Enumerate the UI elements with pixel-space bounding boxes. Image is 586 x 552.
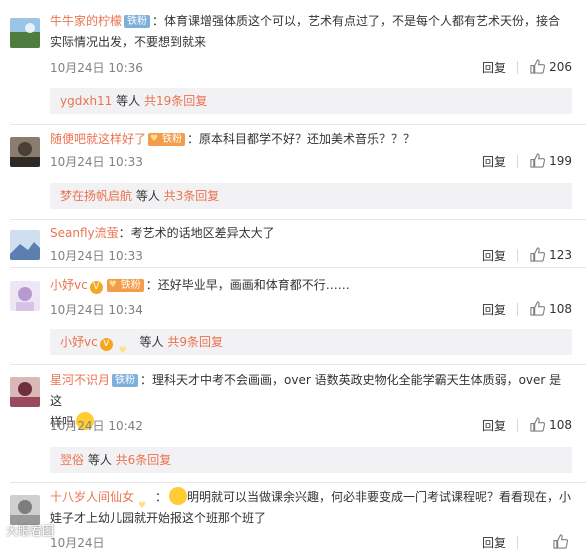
replies-summary[interactable]: 小妤vc V 等人 共9条回复 (50, 329, 572, 358)
avatar[interactable] (10, 281, 40, 311)
reply-user-link[interactable]: 小妤vc (60, 335, 98, 349)
like-button[interactable]: 206 (530, 59, 572, 74)
comment-text-line: 星河不识月 铁粉 ：理科天才中考不会画画，over 语数英政史物化全能学霸天生体质弱… (50, 370, 572, 412)
thumbs-up-icon (530, 247, 546, 262)
reply-button[interactable]: 回复 (482, 247, 506, 264)
comment-text-line: 牛牛家的柠檬 铁粉 ：体育课增强体质这个可以，艺术有点过了，不是每个人都有艺术天份，… (50, 11, 572, 32)
comment-text-line: 十八岁人间仙女：明明就可以当做课余兴趣，何必非要变成一门考试课程呢？看看现在，小 (50, 487, 572, 513)
divider (517, 249, 518, 262)
avatar[interactable] (10, 230, 40, 260)
comment-text: ：考艺术的话地区差异太大了 (118, 226, 275, 240)
divider (10, 267, 586, 268)
iron-fan-badge[interactable]: 铁粉 (112, 374, 139, 387)
grinning-emoji-icon (169, 487, 188, 505)
comment-text-line: 小妤vcV铁粉：还好毕业早，画画和体育都不行…… (50, 275, 572, 296)
verified-v-icon: V (99, 338, 113, 351)
reply-button[interactable]: 回复 (482, 59, 506, 76)
username-link[interactable]: 随便吧就这样好了 (50, 132, 146, 146)
reply-button[interactable]: 回复 (482, 534, 506, 551)
comment-time: 10月24日 10:33 (50, 155, 143, 169)
like-button[interactable] (553, 534, 572, 549)
comment-text: ：原本科目都学不好？还加美术音乐？？？ (187, 132, 416, 146)
comment-text-cont: 娃子才上幼儿园就开始报这个班那个班了 (50, 511, 267, 525)
reply-count-link[interactable]: 共19条回复 (144, 94, 207, 108)
replies-summary[interactable]: ygdxh11 等人 共19条回复 (50, 88, 572, 114)
divider (517, 61, 518, 74)
username-link[interactable]: 星河不识月 (50, 373, 110, 387)
comment-text: 明明就可以当做课余兴趣，何必非要变成一门考试课程呢？看看现在，小 (187, 490, 572, 504)
comment-time: 10月24日 10:34 (50, 303, 143, 317)
like-count: 206 (549, 60, 572, 74)
username-link[interactable]: 牛牛家的柠檬 (50, 14, 122, 28)
thumbs-up-icon (530, 417, 546, 432)
reply-count-link[interactable]: 共3条回复 (164, 189, 220, 203)
replies-summary[interactable]: 梦在扬帆启航 等人 共3条回复 (50, 183, 572, 209)
iron-fan-badge[interactable]: 铁粉 (148, 133, 186, 146)
divider (517, 419, 518, 432)
like-count: 123 (549, 248, 572, 262)
like-button[interactable]: 199 (530, 153, 572, 168)
reply-mid-text: 等人 (84, 453, 116, 467)
reply-user-link[interactable]: 翌俗 (60, 453, 84, 467)
thumbs-up-icon (530, 59, 546, 74)
reply-count-link[interactable]: 共9条回复 (167, 335, 223, 349)
reply-button[interactable]: 回复 (482, 301, 506, 318)
thumbs-up-icon (530, 153, 546, 168)
comment-text-line: 随便吧就这样好了铁粉：原本科目都学不好？还加美术音乐？？？ (50, 129, 572, 150)
comment-time: 10月24日 10:33 (50, 249, 143, 263)
username-link[interactable]: Seanfly流萤 (50, 226, 119, 240)
reply-user-link[interactable]: ygdxh11 (60, 94, 112, 108)
watermark-text: 大眼看图 (6, 524, 55, 538)
comment-text: ：还好毕业早，画画和体育都不行…… (145, 278, 350, 292)
divider (10, 219, 586, 220)
reply-button[interactable]: 回复 (482, 153, 506, 170)
reply-mid-text: 等人 (132, 189, 164, 203)
thumbs-up-icon (530, 301, 546, 316)
divider (10, 482, 586, 483)
reply-user-link[interactable]: 梦在扬帆启航 (60, 189, 132, 203)
comment-text-cont: 实际情况出发，不要想到就来 (50, 35, 207, 49)
like-count: 108 (549, 418, 572, 432)
reply-mid-text: 等人 (112, 94, 144, 108)
replies-summary[interactable]: 翌俗 等人 共6条回复 (50, 447, 572, 473)
divider (517, 303, 518, 316)
avatar[interactable] (10, 137, 40, 167)
iron-fan-badge[interactable]: 铁粉 (106, 279, 144, 292)
divider (517, 536, 518, 549)
username-link[interactable]: 小妤vc (50, 278, 88, 292)
comment-time: 10月24日 10:36 (50, 61, 143, 75)
like-button[interactable]: 123 (530, 247, 572, 262)
reply-count-link[interactable]: 共6条回复 (116, 453, 172, 467)
comment-time: 10月24日 (50, 536, 105, 550)
comment-text: ：体育课增强体质这个可以，艺术有点过了，不是每个人都有艺术天份，接合 (152, 14, 561, 28)
divider (10, 364, 586, 365)
reply-button[interactable]: 回复 (482, 417, 506, 434)
like-button[interactable]: 108 (530, 417, 572, 432)
avatar[interactable] (10, 18, 40, 48)
verified-v-icon: V (89, 281, 103, 294)
reply-mid-text: 等人 (135, 335, 168, 349)
comment-time: 10月24日 10:42 (50, 419, 143, 433)
divider (10, 124, 586, 125)
like-count: 108 (549, 302, 572, 316)
like-button[interactable]: 108 (530, 301, 572, 316)
avatar[interactable] (10, 495, 40, 525)
like-count: 199 (549, 154, 572, 168)
thumbs-up-icon (553, 534, 569, 549)
comment-text-line: Seanfly流萤：考艺术的话地区差异太大了 (50, 223, 572, 244)
iron-fan-badge[interactable]: 铁粉 (124, 15, 151, 28)
username-link[interactable]: 十八岁人间仙女 (50, 490, 134, 504)
divider (517, 155, 518, 168)
avatar[interactable] (10, 377, 40, 407)
